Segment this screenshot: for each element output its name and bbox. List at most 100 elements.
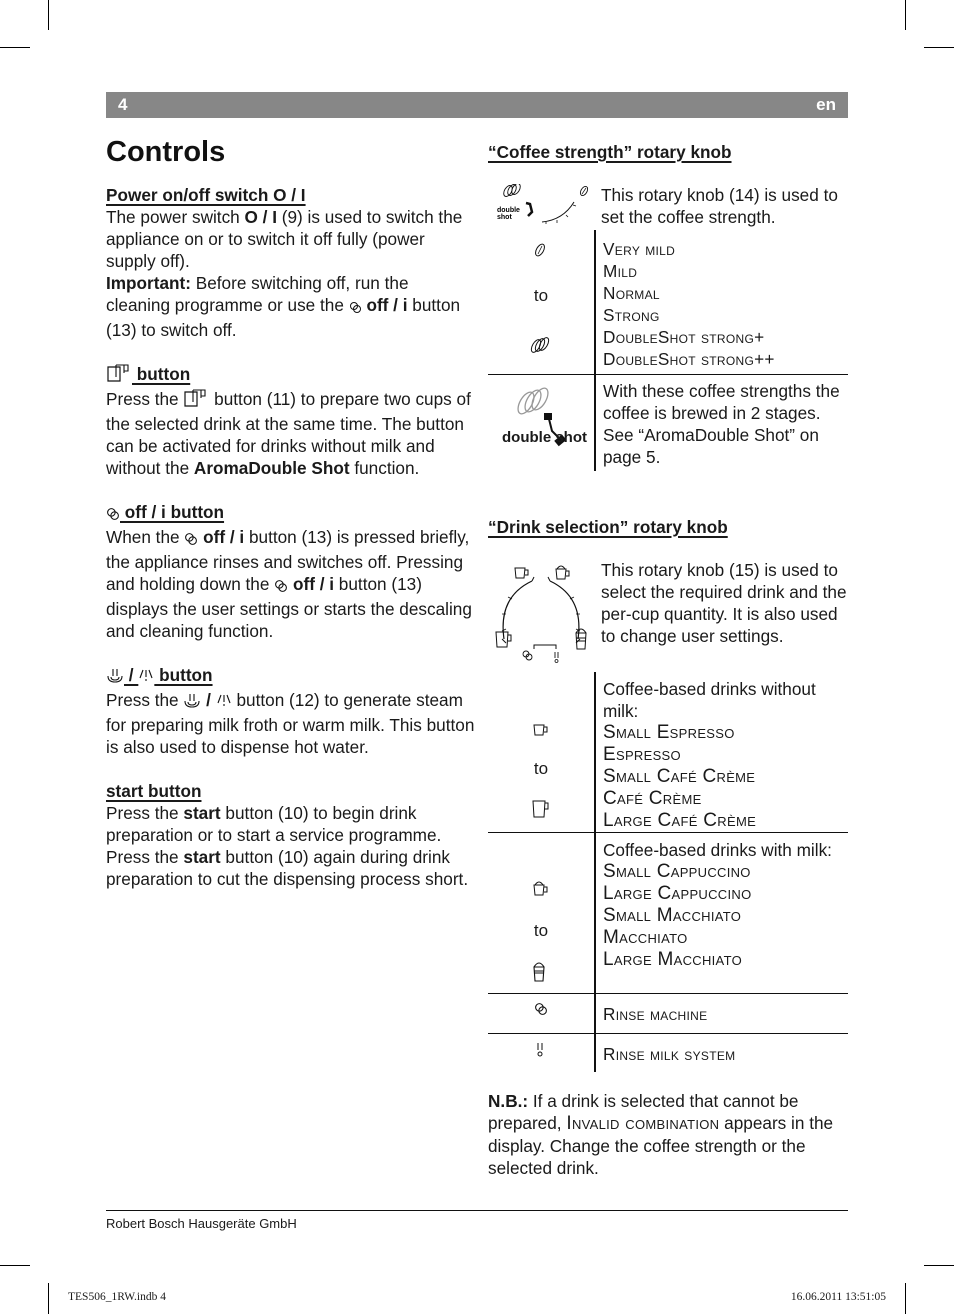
- start-button-heading: start button: [106, 781, 202, 801]
- without-milk-list: Coffee-based drinks without milk: Small …: [596, 672, 848, 832]
- drink-option: Small Cappuccino: [603, 861, 751, 882]
- with-milk-label: Coffee-based drinks with milk:: [603, 840, 832, 860]
- macchiato-icon: [532, 959, 548, 988]
- drink-option: Large Cappuccino: [603, 883, 752, 904]
- strength-levels-list: Very mild Mild Normal Strong DoubleShot …: [596, 230, 848, 374]
- crop-mark: [48, 1283, 49, 1314]
- small-cup-icon: [514, 567, 529, 579]
- slug-file: TES506_1RW.indb 4: [68, 1291, 166, 1303]
- double-shot-row: double shot With these coffee strengths …: [488, 374, 848, 471]
- macchiato-icon: [575, 628, 587, 650]
- rinse-icon: [106, 504, 120, 526]
- drinks-without-milk-row: to Coffee-based drinks without milk: Sma…: [488, 672, 848, 832]
- double-shot-note: With these coffee strengths the coffee i…: [603, 381, 840, 467]
- double-shot-knob-icon: [517, 387, 567, 447]
- drink-option: Large Macchiato: [603, 949, 742, 970]
- drink-option: Large Café Crème: [603, 810, 757, 831]
- large-cup-icon: [531, 799, 551, 824]
- page-title: Controls: [106, 136, 226, 168]
- double-bean-icon: [528, 334, 552, 361]
- drink-option: Small Espresso: [603, 722, 735, 743]
- two-cups-text: Press the button (11) to prepare two cup…: [106, 388, 471, 478]
- two-cups-heading: button: [106, 363, 476, 388]
- drink-heading: “Drink selection” rotary knob: [488, 517, 728, 537]
- drinks-with-milk-row: to Coffee-based drinks with milk: Small …: [488, 832, 848, 993]
- rinse-icon: [184, 529, 198, 551]
- slug-date: 16.06.2011 13:51:05: [790, 1291, 886, 1303]
- single-bean-icon: [579, 185, 589, 197]
- without-milk-icons-cell: to: [488, 672, 596, 832]
- drink-knob-diagram: [488, 559, 594, 672]
- drink-table: This rotary knob (15) is used to select …: [488, 559, 848, 1072]
- crop-mark: [0, 47, 30, 48]
- with-milk-icons-cell: to: [488, 833, 596, 993]
- strength-levels-row: to Very mild Mild Normal Strong DoubleSh…: [488, 230, 848, 374]
- footer-company: Robert Bosch Hausgeräte GmbH: [106, 1216, 297, 1231]
- steam-button-heading: / button: [106, 664, 476, 689]
- milk-rinse-icon: [554, 652, 559, 663]
- footer-divider: [106, 1210, 848, 1211]
- power-heading: Power on/off switch O / I: [106, 185, 306, 205]
- drink-intro-text: This rotary knob (15) is used to select …: [601, 560, 847, 646]
- strength-heading: “Coffee strength” rotary knob: [488, 142, 732, 162]
- rinse-icon: [274, 576, 288, 598]
- crop-mark: [905, 0, 906, 30]
- off-button-heading: off / i button: [106, 501, 476, 526]
- rinse-icon: [349, 297, 362, 319]
- drink-option: Café Crème: [603, 788, 702, 809]
- with-milk-list: Coffee-based drinks with milk: Small Cap…: [596, 833, 848, 993]
- start-button-text: Press the start button (10) to begin dri…: [106, 803, 469, 889]
- page-header-bar: 4 en: [106, 92, 848, 118]
- single-bean-icon: [533, 242, 547, 263]
- svg-text:shot: shot: [497, 214, 512, 221]
- power-important: Important: Before switching off, run the…: [106, 273, 461, 340]
- crop-mark: [924, 1265, 954, 1266]
- strength-level: Strong: [603, 305, 660, 325]
- drink-option: Espresso: [603, 744, 681, 765]
- steam-icon: [106, 667, 124, 689]
- drink-option: Small Café Crème: [603, 766, 756, 787]
- drink-intro-row: This rotary knob (15) is used to select …: [488, 559, 848, 672]
- cappuccino-icon: [532, 879, 550, 902]
- strength-knob-diagram: double shot: [488, 183, 594, 230]
- strength-level: DoubleShot strong+: [603, 327, 765, 347]
- strength-level: Mild: [603, 261, 638, 281]
- steam-button-text: Press the / button (12) to generate stea…: [106, 690, 475, 757]
- steam-icon: [183, 692, 201, 714]
- page-number: 4: [118, 95, 128, 114]
- hot-water-icon: [216, 692, 232, 714]
- crop-mark: [924, 47, 954, 48]
- to-label: to: [533, 759, 549, 778]
- note-paragraph: N.B.: If a drink is selected that cannot…: [488, 1091, 834, 1178]
- crop-mark: [0, 1265, 30, 1266]
- to-label: to: [533, 286, 549, 305]
- double-bean-icon: [503, 183, 521, 197]
- without-milk-label: Coffee-based drinks without milk:: [603, 679, 816, 721]
- drink-option: Macchiato: [603, 927, 688, 948]
- rinse-icon-cell: [488, 994, 596, 1033]
- language-code: en: [816, 95, 836, 114]
- strength-level: DoubleShot strong++: [603, 349, 775, 369]
- svg-text:double: double: [497, 207, 520, 214]
- strength-level: Normal: [603, 283, 660, 303]
- strength-table: double shot This rotary knob (14) is use…: [488, 183, 848, 471]
- rinse-milk-row: Rinse milk system: [488, 1033, 848, 1072]
- rinse-machine-label: Rinse machine: [603, 1004, 708, 1024]
- rinse-icon: [534, 1002, 548, 1021]
- off-button-text: When the off / i button (13) is pressed …: [106, 527, 472, 641]
- double-shot-label: double shot: [502, 429, 587, 446]
- cappuccino-icon: [555, 565, 570, 580]
- drink-option: Small Macchiato: [603, 905, 742, 926]
- power-text: The power switch O / I (9) is used to sw…: [106, 207, 463, 271]
- strength-icons-cell: to: [488, 230, 596, 374]
- to-label: to: [533, 921, 549, 940]
- hot-water-icon: [138, 667, 154, 689]
- strength-intro-text: This rotary knob (14) is used to set the…: [601, 185, 838, 227]
- two-cups-icon: [106, 363, 132, 388]
- note-label: N.B.:: [488, 1091, 529, 1111]
- crop-mark: [905, 1283, 906, 1314]
- invalid-combination-text: Invalid combination: [566, 1113, 720, 1134]
- rinse-machine-row: Rinse machine: [488, 993, 848, 1033]
- milk-rinse-icon-cell: [488, 1034, 596, 1072]
- two-cups-icon: [183, 388, 209, 413]
